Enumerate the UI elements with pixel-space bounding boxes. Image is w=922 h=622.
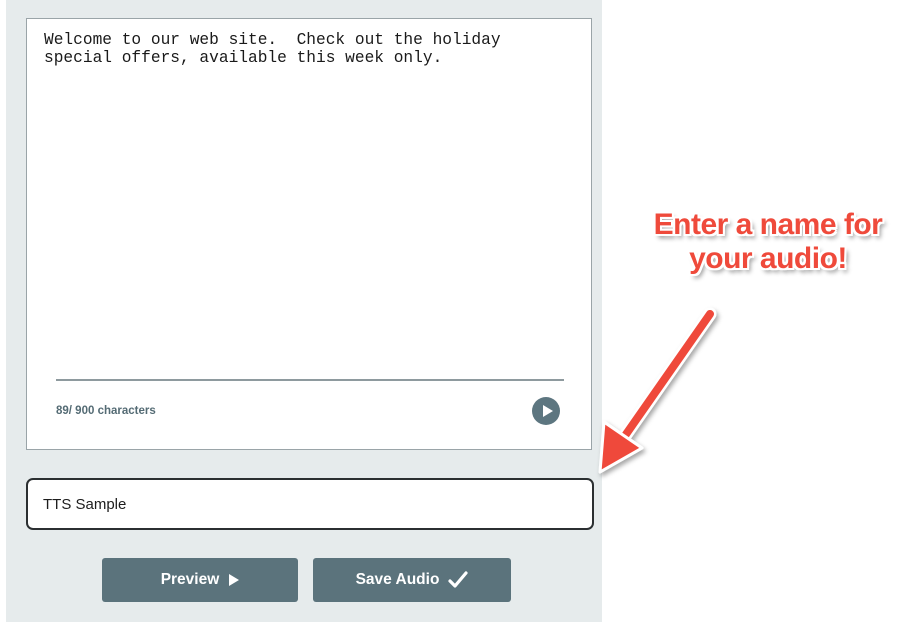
play-circle-icon[interactable] <box>532 397 560 425</box>
save-audio-button[interactable]: Save Audio <box>313 558 511 602</box>
annotation-line-1: Enter a name for <box>653 208 883 241</box>
audio-name-input[interactable] <box>26 478 594 530</box>
play-icon <box>229 574 240 586</box>
editor-divider <box>56 379 564 381</box>
preview-button[interactable]: Preview <box>102 558 298 602</box>
annotation-line-2: your audio! <box>689 242 847 275</box>
tts-text-input[interactable] <box>44 31 574 371</box>
preview-button-label: Preview <box>160 571 220 588</box>
save-audio-button-label: Save Audio <box>355 571 440 588</box>
character-counter: 89/ 900 characters <box>56 405 156 417</box>
text-editor-card: 89/ 900 characters <box>26 18 592 450</box>
annotation-callout: Enter a name for your audio! <box>614 208 922 276</box>
page: 89/ 900 characters Preview Save Audio En… <box>0 0 922 622</box>
arrow-icon <box>598 307 717 474</box>
checkmark-icon <box>448 571 469 588</box>
tts-panel: 89/ 900 characters Preview Save Audio <box>6 0 602 622</box>
